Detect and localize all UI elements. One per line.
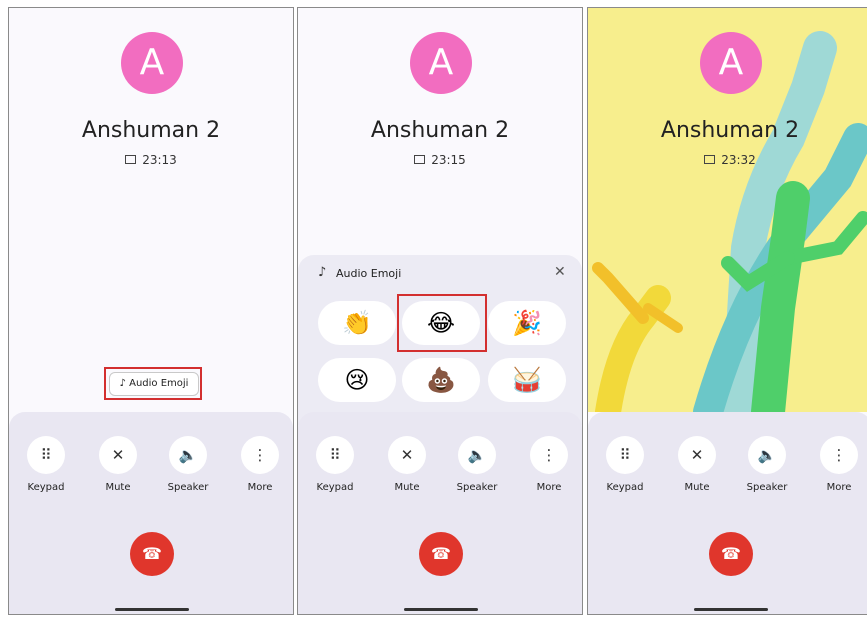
- end-call-button[interactable]: ☎: [709, 532, 753, 576]
- home-indicator[interactable]: [404, 608, 478, 611]
- home-indicator[interactable]: [115, 608, 189, 611]
- call-timer: 23:15: [298, 153, 582, 167]
- sim-icon: [704, 155, 716, 164]
- more-icon: ⋮: [831, 446, 847, 464]
- sim-icon: [125, 155, 137, 164]
- mute-button[interactable]: ✕: [99, 436, 137, 474]
- sheet-title: Audio Emoji: [336, 267, 402, 280]
- mute-label: Mute: [684, 482, 710, 493]
- close-icon[interactable]: ✕: [554, 264, 566, 280]
- home-indicator[interactable]: [694, 608, 768, 611]
- keypad-label: Keypad: [606, 482, 644, 493]
- speaker-icon: 🔈: [467, 446, 487, 464]
- call-screen-2: A Anshuman 2 23:15 ♪ Audio Emoji ✕ 👏 😂 🎉…: [297, 7, 583, 615]
- emoji-poop[interactable]: 💩: [402, 358, 480, 402]
- more-icon: ⋮: [541, 446, 557, 464]
- speaker-icon: 🔈: [178, 446, 198, 464]
- keypad-icon: ⠿: [40, 446, 52, 464]
- mute-button[interactable]: ✕: [388, 436, 426, 474]
- call-controls: ⠿ ✕ 🔈 ⋮ Keypad Mute Speaker More ☎: [9, 412, 293, 614]
- emoji-sad[interactable]: 😢: [318, 358, 396, 402]
- avatar: A: [410, 32, 472, 94]
- speaker-button[interactable]: 🔈: [748, 436, 786, 474]
- call-controls: ⠿ ✕ 🔈 ⋮ Keypad Mute Speaker More ☎: [588, 412, 867, 614]
- end-call-button[interactable]: ☎: [130, 532, 174, 576]
- call-controls: ⠿ ✕ 🔈 ⋮ Keypad Mute Speaker More ☎: [298, 412, 582, 614]
- more-label: More: [536, 482, 562, 493]
- mute-label: Mute: [105, 482, 131, 493]
- audio-emoji-sheet: ♪ Audio Emoji ✕ 👏 😂 🎉 😢 💩 🥁: [298, 255, 582, 425]
- call-timer: 23:32: [588, 153, 867, 167]
- end-call-icon: ☎: [721, 544, 741, 563]
- mute-button[interactable]: ✕: [678, 436, 716, 474]
- more-label: More: [247, 482, 273, 493]
- more-button[interactable]: ⋮: [820, 436, 858, 474]
- call-time: 23:15: [431, 153, 466, 167]
- music-note-icon: ♪: [318, 265, 327, 280]
- more-button[interactable]: ⋮: [530, 436, 568, 474]
- speaker-button[interactable]: 🔈: [169, 436, 207, 474]
- avatar: A: [700, 32, 762, 94]
- emoji-drum[interactable]: 🥁: [488, 358, 566, 402]
- more-label: More: [826, 482, 852, 493]
- keypad-label: Keypad: [27, 482, 65, 493]
- speaker-button[interactable]: 🔈: [458, 436, 496, 474]
- mute-icon: ✕: [400, 446, 414, 464]
- keypad-button[interactable]: ⠿: [316, 436, 354, 474]
- end-call-button[interactable]: ☎: [419, 532, 463, 576]
- call-screen-3: A Anshuman 2 23:32 ⠿ ✕ 🔈 ⋮ Keypad Mute S…: [587, 7, 867, 615]
- end-call-icon: ☎: [142, 544, 162, 563]
- speaker-label: Speaker: [456, 482, 498, 493]
- mute-label: Mute: [394, 482, 420, 493]
- keypad-label: Keypad: [316, 482, 354, 493]
- keypad-icon: ⠿: [329, 446, 341, 464]
- emoji-clap[interactable]: 👏: [318, 301, 396, 345]
- highlight-box: [397, 294, 487, 352]
- emoji-party[interactable]: 🎉: [488, 301, 566, 345]
- more-button[interactable]: ⋮: [241, 436, 279, 474]
- speaker-label: Speaker: [746, 482, 788, 493]
- caller-name: Anshuman 2: [370, 118, 510, 143]
- speaker-label: Speaker: [167, 482, 209, 493]
- caller-name: Anshuman 2: [81, 118, 221, 143]
- sim-icon: [414, 155, 426, 164]
- more-icon: ⋮: [252, 446, 268, 464]
- highlight-box: [104, 367, 202, 400]
- mute-icon: ✕: [690, 446, 704, 464]
- call-time: 23:13: [142, 153, 177, 167]
- speaker-icon: 🔈: [757, 446, 777, 464]
- call-timer: 23:13: [9, 153, 293, 167]
- keypad-button[interactable]: ⠿: [606, 436, 644, 474]
- call-time: 23:32: [721, 153, 756, 167]
- keypad-button[interactable]: ⠿: [27, 436, 65, 474]
- caller-name: Anshuman 2: [660, 118, 800, 143]
- mute-icon: ✕: [111, 446, 125, 464]
- call-screen-1: A Anshuman 2 23:13 ♪ Audio Emoji ⠿ ✕ 🔈 ⋮…: [8, 7, 294, 615]
- avatar: A: [121, 32, 183, 94]
- keypad-icon: ⠿: [619, 446, 631, 464]
- end-call-icon: ☎: [431, 544, 451, 563]
